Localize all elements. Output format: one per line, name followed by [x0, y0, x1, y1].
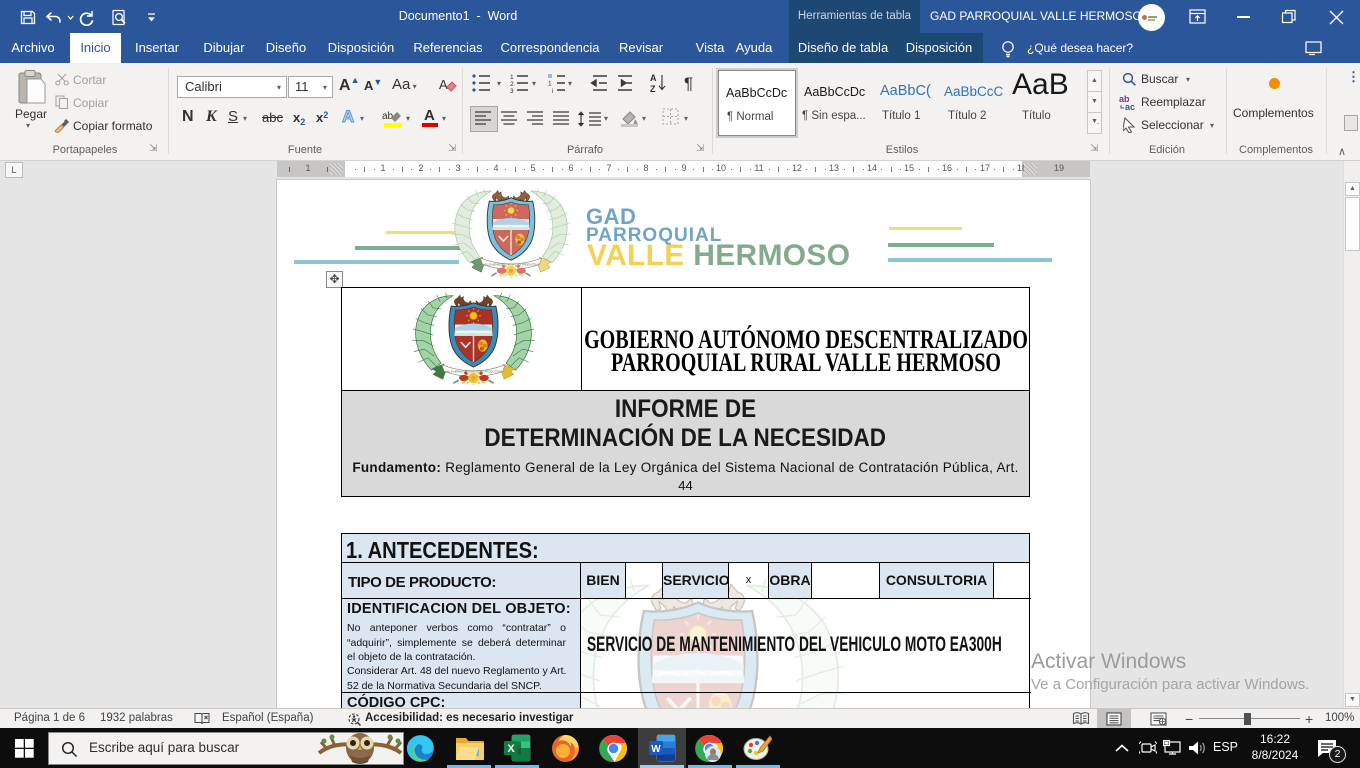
- svg-text:A: A: [650, 73, 657, 83]
- svg-text:2: 2: [510, 81, 514, 88]
- svg-text:ac: ac: [1125, 102, 1135, 111]
- svg-text:W: W: [651, 744, 661, 755]
- svg-text:▾: ▾: [497, 79, 501, 88]
- svg-text:1: 1: [510, 74, 514, 81]
- svg-text:▾: ▾: [568, 79, 572, 88]
- svg-text:¶: ¶: [684, 74, 693, 93]
- svg-text:3: 3: [510, 88, 514, 94]
- svg-text:1: 1: [548, 81, 552, 88]
- svg-text:X: X: [507, 743, 515, 755]
- svg-text:ab: ab: [382, 111, 394, 122]
- svg-text:A: A: [439, 77, 448, 92]
- svg-text:▾: ▾: [532, 79, 536, 88]
- svg-text:Z: Z: [650, 84, 656, 94]
- svg-text:i: i: [552, 88, 553, 94]
